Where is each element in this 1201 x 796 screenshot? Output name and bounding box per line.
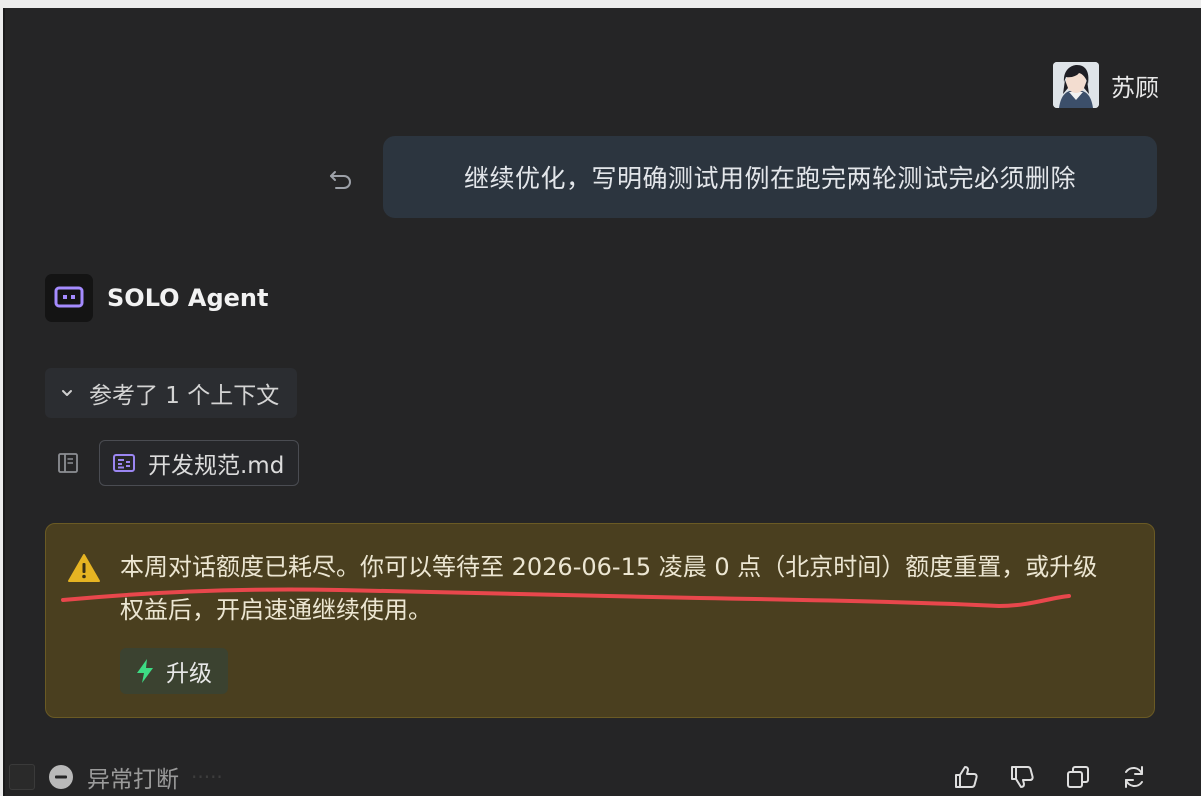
minus-circle-icon — [49, 765, 73, 789]
undo-button[interactable] — [325, 164, 357, 196]
lightning-icon — [137, 659, 153, 683]
like-button[interactable] — [949, 760, 983, 794]
message-actions — [949, 760, 1151, 794]
user-message-text: 继续优化，写明确测试用例在跑完两轮测试完必须删除 — [463, 164, 1076, 193]
solo-agent-logo-icon — [45, 274, 93, 322]
referenced-file-row: 开发规范.md — [55, 440, 300, 486]
refresh-icon — [1125, 766, 1143, 788]
regenerate-button[interactable] — [1117, 760, 1151, 794]
user-message-bubble: 继续优化，写明确测试用例在跑完两轮测试完必须删除 — [383, 136, 1157, 218]
user-header: 苏顾 — [1053, 62, 1159, 108]
chat-panel: 苏顾 继续优化，写明确测试用例在跑完两轮测试完必须删除 SOLO Agent 参… — [3, 8, 1201, 796]
file-name: 开发规范.md — [148, 453, 285, 479]
footer-checkbox — [9, 764, 35, 790]
faded-text: ····· — [191, 765, 223, 789]
status-text: 异常打断 — [87, 767, 179, 793]
context-toggle-label: 参考了 1 个上下文 — [89, 383, 280, 409]
upgrade-label: 升级 — [166, 661, 212, 687]
context-reference-toggle[interactable]: 参考了 1 个上下文 — [45, 368, 298, 418]
footer-status: 异常打断 ····· — [9, 760, 223, 794]
undo-icon — [330, 171, 351, 189]
markdown-file-icon — [113, 454, 135, 472]
chevron-down-icon — [62, 390, 72, 396]
warning-message: 本周对话额度已耗尽。你可以等待至 2026-06-15 凌晨 0 点（北京时间）… — [120, 553, 1098, 624]
agent-name: SOLO Agent — [107, 284, 269, 312]
panel-icon — [58, 453, 78, 473]
warning-triangle-icon — [68, 554, 100, 582]
copy-button[interactable] — [1061, 760, 1095, 794]
upgrade-button[interactable]: 升级 — [120, 648, 228, 694]
agent-header: SOLO Agent — [45, 274, 268, 322]
quota-warning-box: 本周对话额度已耗尽。你可以等待至 2026-06-15 凌晨 0 点（北京时间）… — [45, 523, 1155, 718]
avatar — [1053, 62, 1099, 108]
dislike-button[interactable] — [1005, 760, 1039, 794]
file-chip[interactable]: 开发规范.md — [99, 440, 300, 486]
copy-icon — [1067, 766, 1089, 788]
thumbs-up-icon — [955, 766, 978, 788]
thumbs-down-icon — [1011, 766, 1034, 788]
user-name: 苏顾 — [1111, 73, 1159, 102]
